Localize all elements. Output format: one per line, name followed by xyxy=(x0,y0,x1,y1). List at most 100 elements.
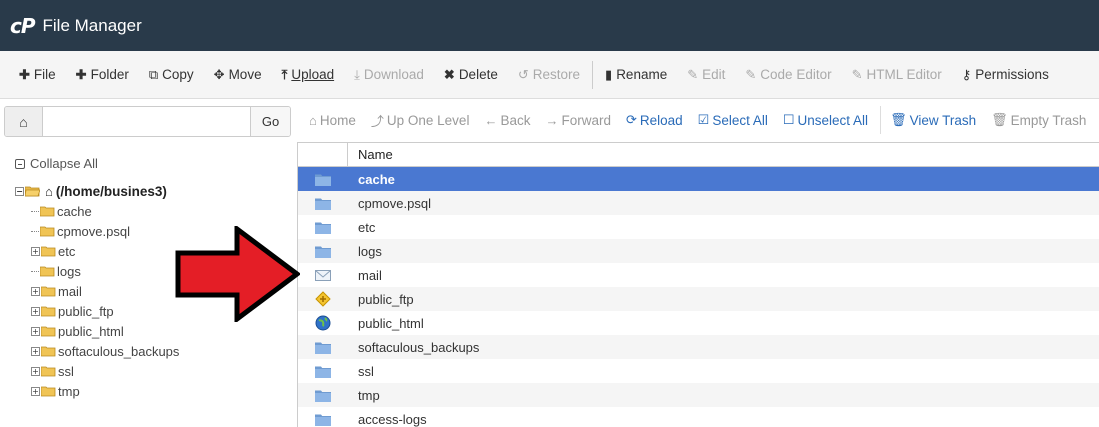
tree-item-label: cache xyxy=(57,203,92,219)
tree-root-label: (/home/busines3) xyxy=(55,183,167,199)
empty-trash-button[interactable]: 🗑 Empty Trash xyxy=(988,112,1092,128)
download-icon: ⤓ xyxy=(354,66,360,82)
back-button[interactable]: ← Back xyxy=(481,113,536,128)
table-row[interactable]: mail xyxy=(298,263,1099,287)
folder-icon xyxy=(41,326,56,336)
collapse-toggle-icon[interactable]: − xyxy=(15,186,24,196)
plus-icon: ✚ xyxy=(75,66,87,82)
rename-button[interactable]: ▮ Rename xyxy=(595,51,677,98)
folder-icon xyxy=(41,306,56,316)
download-button[interactable]: ⤓ Download xyxy=(344,51,434,98)
tree-item-cache[interactable]: cache xyxy=(15,201,179,221)
upload-label: Upload xyxy=(291,67,335,82)
tree-connector xyxy=(31,270,39,272)
folder-icon xyxy=(298,389,348,402)
home-path-button[interactable]: ⌂ xyxy=(5,107,43,136)
tree-item-public-html[interactable]: + public_html xyxy=(15,321,179,341)
reload-button[interactable]: ⟳ Reload xyxy=(623,112,689,128)
tree-item-softaculous[interactable]: + softaculous_backups xyxy=(15,341,179,361)
folder-icon xyxy=(298,413,348,426)
name-column-header[interactable]: Name xyxy=(348,143,393,166)
folder-icon xyxy=(298,197,348,210)
cpanel-logo[interactable]: cP xyxy=(10,14,35,38)
tree-item-label: softaculous_backups xyxy=(58,343,180,359)
table-row[interactable]: public_ftp xyxy=(298,287,1099,311)
table-row[interactable]: cache xyxy=(298,167,1099,191)
download-label: Download xyxy=(363,67,424,82)
tree-item-etc[interactable]: + etc xyxy=(15,241,179,261)
new-folder-button[interactable]: ✚ Folder xyxy=(66,51,139,98)
expand-icon[interactable]: + xyxy=(31,326,40,336)
table-row[interactable]: softaculous_backups xyxy=(298,335,1099,359)
rename-label: Rename xyxy=(616,67,668,82)
expand-icon[interactable]: + xyxy=(31,386,40,396)
tree-item-tmp[interactable]: + tmp xyxy=(15,381,179,401)
up-one-level-button[interactable]: ⤴ Up One Level xyxy=(368,111,476,130)
restore-button[interactable]: ↺ Restore xyxy=(508,51,590,98)
view-trash-button[interactable]: 🗑 View Trash xyxy=(887,112,982,128)
expand-icon[interactable]: + xyxy=(31,246,40,256)
file-name: etc xyxy=(358,219,376,235)
home-nav-button[interactable]: ⌂ Home xyxy=(306,113,362,128)
expand-icon[interactable]: + xyxy=(31,286,40,296)
expand-icon[interactable]: + xyxy=(31,306,40,316)
tree-item-label: cpmove.psql xyxy=(57,223,130,239)
globe-icon xyxy=(298,315,348,331)
unselect-all-label: Unselect All xyxy=(797,112,869,128)
tree-item-ssl[interactable]: + ssl xyxy=(15,361,179,381)
copy-icon: ⧉ xyxy=(148,66,159,82)
go-button[interactable]: Go xyxy=(250,107,290,136)
edit-button[interactable]: ✎ Edit xyxy=(677,51,735,98)
delete-label: Delete xyxy=(458,67,498,82)
code-editor-label: Code Editor xyxy=(760,67,832,82)
back-label: Back xyxy=(500,112,531,128)
view-trash-label: View Trash xyxy=(909,112,977,128)
plus-icon: ✚ xyxy=(19,66,30,82)
copy-button[interactable]: ⧉ Copy xyxy=(139,51,204,98)
toolbar-divider xyxy=(592,60,594,89)
select-all-button[interactable]: ☑ Select All xyxy=(695,112,774,128)
code-editor-button[interactable]: ✎ Code Editor xyxy=(735,51,841,98)
move-button[interactable]: ✥ Move xyxy=(204,51,272,98)
table-row[interactable]: public_html xyxy=(298,311,1099,335)
arrow-left-icon: ← xyxy=(484,112,498,128)
collapse-all-label: Collapse All xyxy=(30,156,98,171)
tree-root[interactable]: − ⌂ (/home/busines3) xyxy=(15,181,179,201)
html-editor-button[interactable]: ✎ HTML Editor xyxy=(842,51,952,98)
folder-tree: − ⌂ (/home/busines3) cache cpmove.psql +… xyxy=(15,181,179,401)
table-row[interactable]: logs xyxy=(298,239,1099,263)
forward-label: Forward xyxy=(561,112,611,128)
path-input[interactable] xyxy=(43,107,250,136)
table-row[interactable]: ssl xyxy=(298,359,1099,383)
tree-item-logs[interactable]: logs xyxy=(15,261,179,281)
nav-bar: ⌂ Home ⤴ Up One Level ← Back → Forward ⟳ Relo… xyxy=(297,99,1099,141)
new-file-label: File xyxy=(33,67,56,82)
expand-icon[interactable]: + xyxy=(31,346,40,356)
nav-divider xyxy=(880,106,882,134)
tree-item-mail[interactable]: + mail xyxy=(15,281,179,301)
tree-item-label: mail xyxy=(58,283,82,299)
table-row[interactable]: tmp xyxy=(298,383,1099,407)
table-row[interactable]: access-logs xyxy=(298,407,1099,427)
table-row[interactable]: etc xyxy=(298,215,1099,239)
delete-button[interactable]: ✖ Delete xyxy=(434,51,508,98)
file-name: mail xyxy=(358,267,382,283)
unselect-all-button[interactable]: ☐ Unselect All xyxy=(780,112,874,128)
folder-icon xyxy=(41,346,56,356)
tree-item-public-ftp[interactable]: + public_ftp xyxy=(15,301,179,321)
file-icon: ▮ xyxy=(605,66,613,82)
collapse-all-button[interactable]: Collapse All xyxy=(15,156,98,171)
permissions-button[interactable]: ⚷ Permissions xyxy=(952,51,1059,98)
upload-button[interactable]: ⤒ Upload xyxy=(272,51,345,98)
table-row[interactable]: cpmove.psql xyxy=(298,191,1099,215)
tree-item-label: public_ftp xyxy=(58,303,114,319)
folder-icon xyxy=(298,341,348,354)
icon-column-header[interactable] xyxy=(298,143,348,166)
tree-item-cpmove[interactable]: cpmove.psql xyxy=(15,221,179,241)
new-file-button[interactable]: ✚ File xyxy=(9,51,66,98)
forward-button[interactable]: → Forward xyxy=(542,113,617,128)
expand-icon[interactable]: + xyxy=(31,366,40,376)
folder-icon xyxy=(298,365,348,378)
folder-icon xyxy=(41,246,56,256)
path-bar: ⌂ Go xyxy=(4,106,291,137)
